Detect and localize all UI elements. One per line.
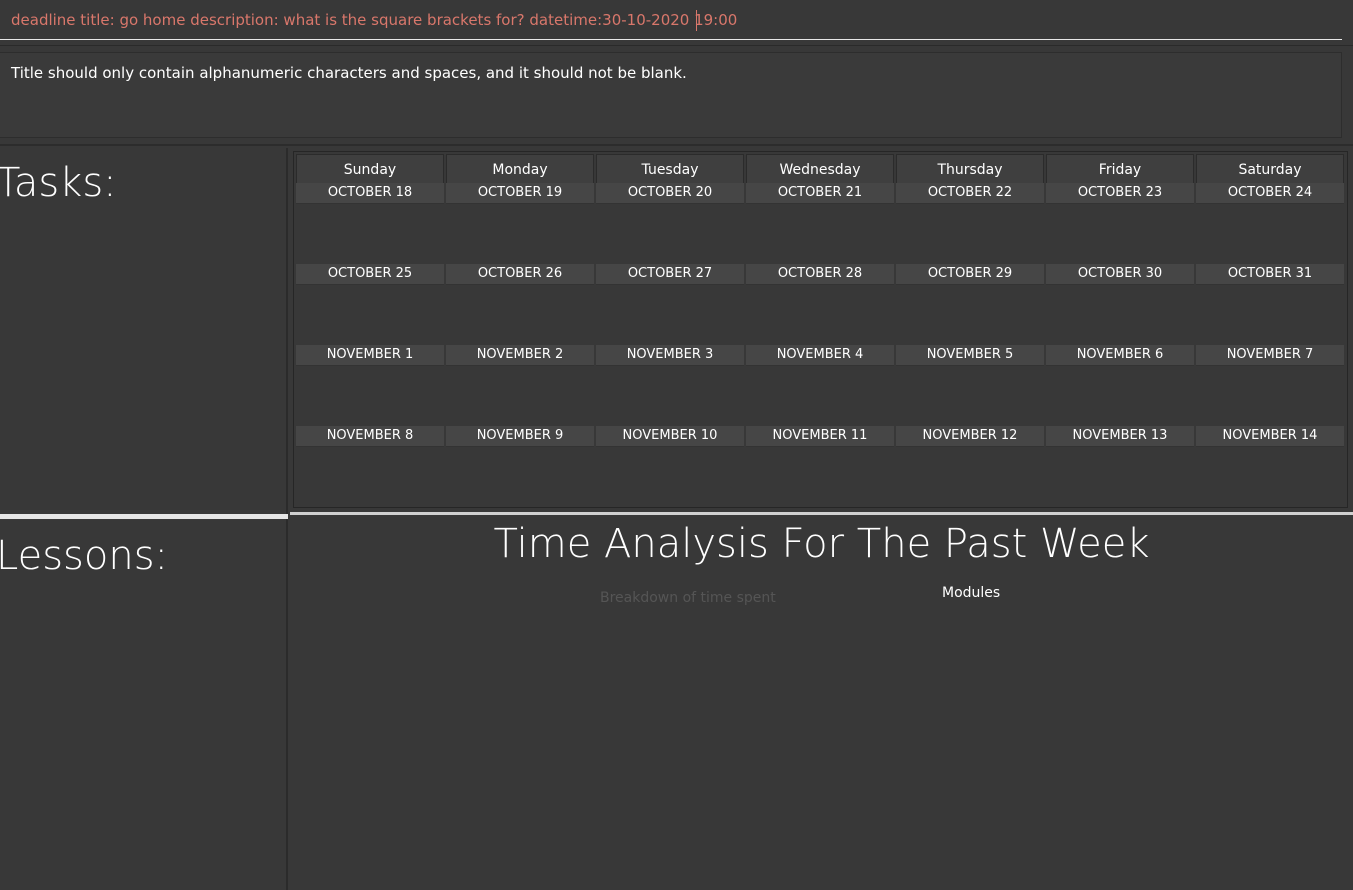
calendar-date-cell[interactable]: NOVEMBER 6 [1046, 345, 1194, 366]
calendar-date-cell[interactable]: NOVEMBER 13 [1046, 426, 1194, 447]
calendar-date-cell[interactable]: OCTOBER 23 [1046, 183, 1194, 204]
calendar-date-cell[interactable]: NOVEMBER 5 [896, 345, 1044, 366]
text-caret [696, 10, 697, 31]
calendar-date-cell[interactable]: NOVEMBER 12 [896, 426, 1044, 447]
calendar-date-cell[interactable]: OCTOBER 21 [746, 183, 894, 204]
command-box: deadline title: go home description: wha… [0, 0, 1353, 46]
calendar-date-cell[interactable]: NOVEMBER 11 [746, 426, 894, 447]
result-display-panel: Title should only contain alphanumeric c… [0, 46, 1353, 146]
calendar-date-cell[interactable]: OCTOBER 31 [1196, 264, 1344, 285]
calendar-date-cell[interactable]: NOVEMBER 10 [596, 426, 744, 447]
command-input[interactable]: deadline title: go home description: wha… [0, 0, 1342, 40]
calendar-date-cell[interactable]: NOVEMBER 1 [296, 345, 444, 366]
calendar-date-cell[interactable]: OCTOBER 20 [596, 183, 744, 204]
day-header-thursday: Thursday [896, 154, 1044, 184]
app-window: deadline title: go home description: wha… [0, 0, 1353, 890]
chart-title: Breakdown of time spent [600, 590, 776, 606]
chart-legend-title: Modules [942, 585, 1001, 601]
calendar-panel: Sunday Monday Tuesday Wednesday Thursday Frid… [290, 148, 1353, 514]
calendar-date-cell[interactable]: OCTOBER 24 [1196, 183, 1344, 204]
day-header-monday: Monday [446, 154, 594, 184]
calendar-date-cell[interactable]: NOVEMBER 4 [746, 345, 894, 366]
calendar-date-cell[interactable]: NOVEMBER 14 [1196, 426, 1344, 447]
calendar-date-cell[interactable]: NOVEMBER 9 [446, 426, 594, 447]
day-header-friday: Friday [1046, 154, 1194, 184]
calendar-date-cell[interactable]: OCTOBER 26 [446, 264, 594, 285]
calendar-grid: Sunday Monday Tuesday Wednesday Thursday Frid… [293, 151, 1348, 508]
calendar-date-cell[interactable]: OCTOBER 18 [296, 183, 444, 204]
calendar-date-cell[interactable]: OCTOBER 27 [596, 264, 744, 285]
calendar-date-cell[interactable]: OCTOBER 25 [296, 264, 444, 285]
lessons-panel[interactable]: Lessons: [0, 519, 288, 890]
calendar-date-cell[interactable]: OCTOBER 22 [896, 183, 1044, 204]
lessons-title: Lessons: [0, 533, 169, 579]
analysis-title: Time Analysis For The Past Week [493, 521, 1150, 567]
calendar-date-cell[interactable]: OCTOBER 19 [446, 183, 594, 204]
day-header-sunday: Sunday [296, 154, 444, 184]
calendar-date-cell[interactable]: OCTOBER 28 [746, 264, 894, 285]
calendar-date-cell[interactable]: OCTOBER 29 [896, 264, 1044, 285]
day-header-wednesday: Wednesday [746, 154, 894, 184]
calendar-date-cell[interactable]: NOVEMBER 8 [296, 426, 444, 447]
result-display[interactable]: Title should only contain alphanumeric c… [0, 52, 1342, 138]
day-header-tuesday: Tuesday [596, 154, 744, 184]
tasks-title: Tasks: [0, 160, 117, 206]
calendar-date-cell[interactable]: NOVEMBER 7 [1196, 345, 1344, 366]
time-analysis-panel: Time Analysis For The Past Week Breakdow… [290, 515, 1353, 890]
tasks-panel[interactable]: Tasks: [0, 148, 288, 514]
calendar-date-cell[interactable]: OCTOBER 30 [1046, 264, 1194, 285]
calendar-date-cell[interactable]: NOVEMBER 3 [596, 345, 744, 366]
calendar-date-cell[interactable]: NOVEMBER 2 [446, 345, 594, 366]
day-header-saturday: Saturday [1196, 154, 1344, 184]
